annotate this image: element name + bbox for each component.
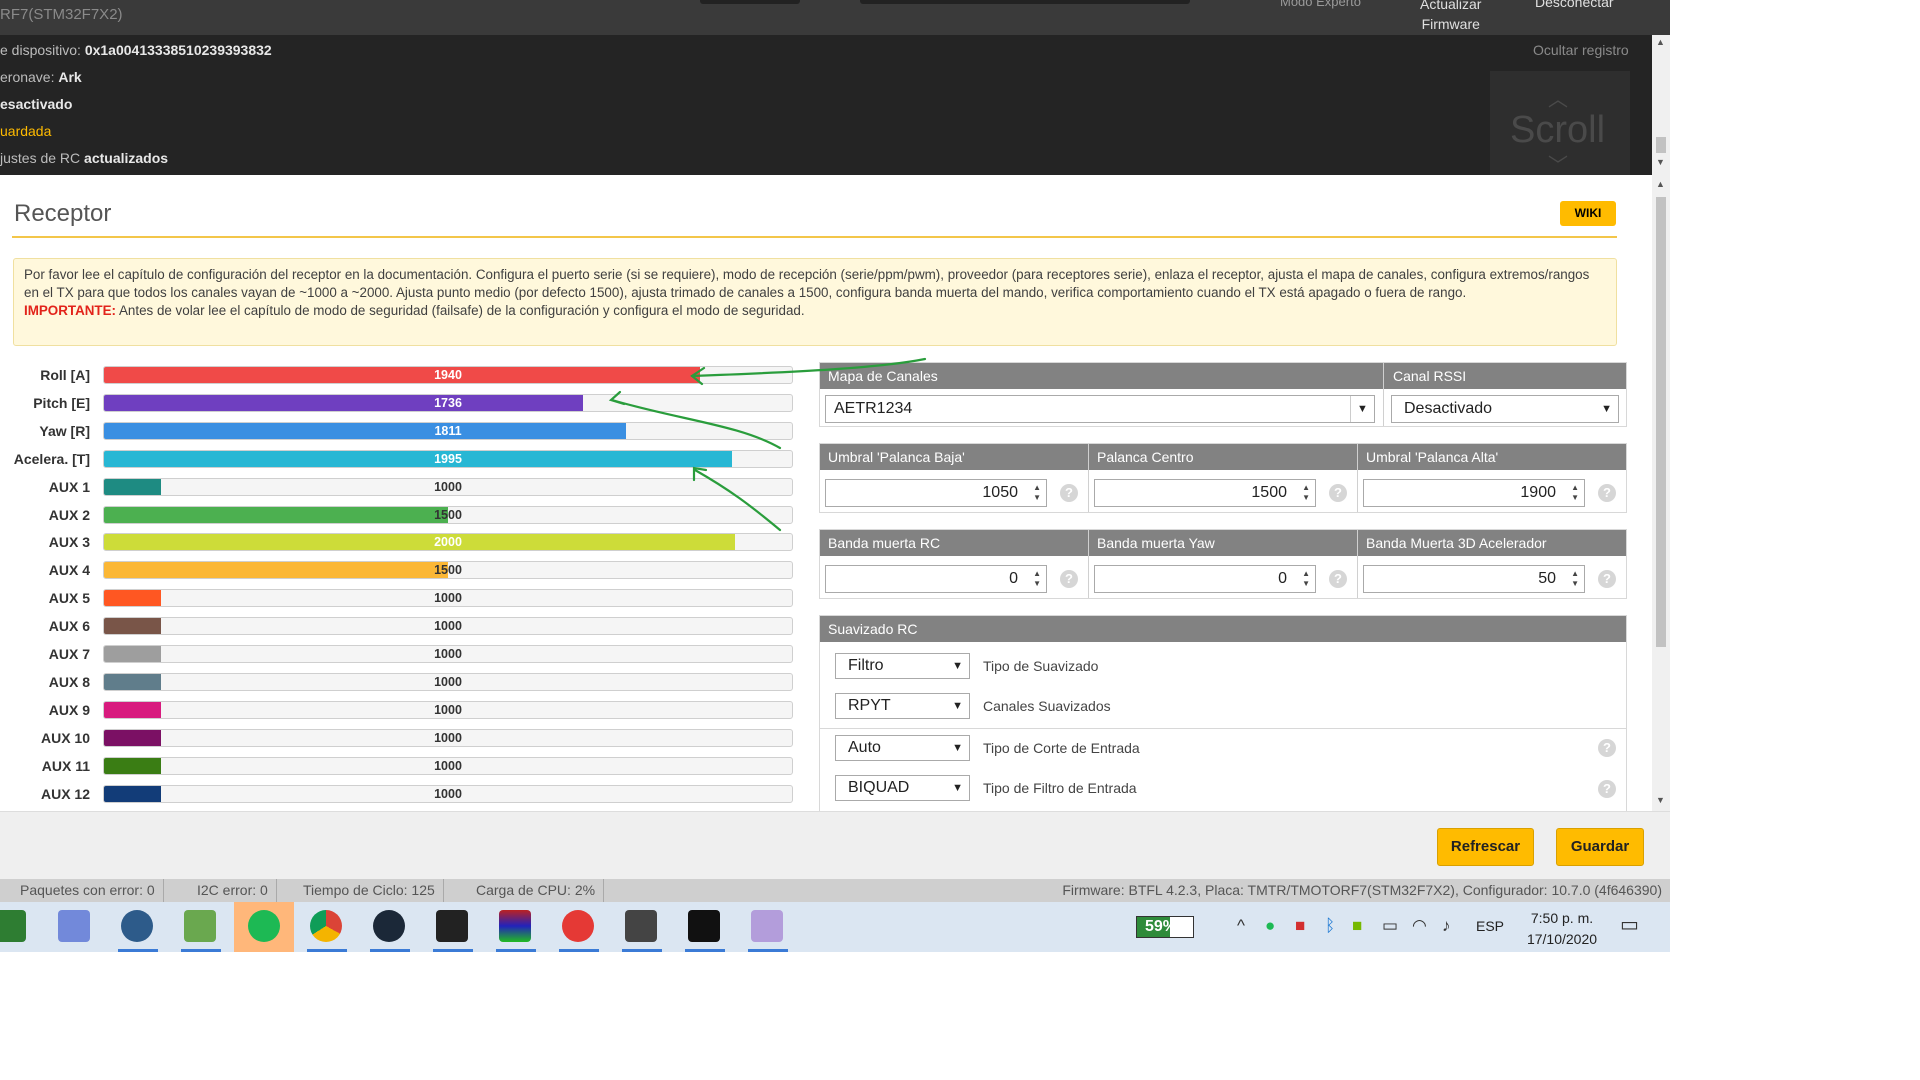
language-indicator[interactable]: ESP [1476,918,1504,934]
clock-date: 17/10/2020 [1526,931,1598,947]
annotation-arrow [610,398,782,450]
dx-icon[interactable] [562,910,594,942]
notifications-icon[interactable]: ▭ [1620,912,1639,937]
battery-icon[interactable]: ▭ [1382,916,1398,936]
winrar-icon[interactable] [499,910,531,942]
bluetooth-icon[interactable]: ᛒ [1325,916,1335,936]
firmware-info: Firmware: BTFL 4.2.3, Placa: TMTR/TMOTOR… [1062,882,1662,898]
clock[interactable]: 7:50 p. m. 17/10/2020 [1522,908,1602,950]
nvidia-icon[interactable]: ■ [1352,916,1362,936]
betaflight-icon[interactable] [688,910,720,942]
spreadsheet-icon[interactable] [184,910,216,942]
paint-icon[interactable] [751,910,783,942]
spotify-icon[interactable] [248,910,280,942]
chevron-up-icon[interactable]: ^ [1237,916,1245,936]
chrome-icon[interactable] [310,910,342,942]
calculator-icon[interactable] [625,910,657,942]
cpu-load: Carga de CPU: 2% [468,879,605,902]
sync-icon[interactable] [121,910,153,942]
clock-time: 7:50 p. m. [1530,910,1594,926]
save-button[interactable]: Guardar [1556,828,1644,866]
spotify-tray-icon[interactable]: ● [1265,916,1275,936]
cycle-time: Tiempo de Ciclo: 125 [295,879,444,902]
status-bar: Paquetes con error: 0 I2C error: 0 Tiemp… [0,879,1670,902]
app-icon[interactable] [0,910,26,942]
antivirus-tray-icon[interactable]: ■ [1295,916,1305,936]
steam-icon[interactable] [373,910,405,942]
battery-indicator[interactable]: 59% [1136,916,1194,938]
volume-icon[interactable]: ♪ [1442,916,1451,936]
bottom-toolbar: Refrescar Guardar [0,811,1670,879]
refresh-button[interactable]: Refrescar [1437,828,1534,866]
packet-errors: Paquetes con error: 0 [12,879,164,902]
discord-icon[interactable] [58,910,90,942]
annotation-arrow [693,468,782,532]
windows-taskbar: 59% ^ ● ■ ᛒ ■ ▭ ◠ ♪ ESP 7:50 p. m. 17/10… [0,902,1670,952]
photos-icon[interactable] [436,910,468,942]
annotation-arrows [608,357,927,532]
battery-label: 59% [1145,918,1178,935]
i2c-errors: I2C error: 0 [189,879,277,902]
annotation-arrow [690,357,927,378]
wifi-icon[interactable]: ◠ [1412,916,1427,936]
